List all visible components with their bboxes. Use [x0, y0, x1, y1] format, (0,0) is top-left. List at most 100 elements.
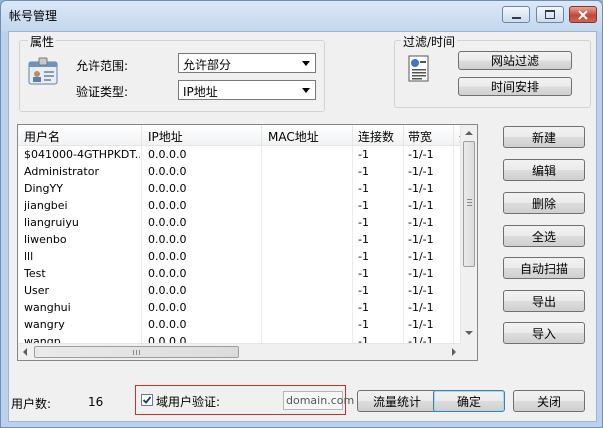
account-management-window: 帐号管理 属性 允许范围: 允许部分 验证类型: IP地址 过滤/时间 网站过滤… — [0, 0, 603, 428]
column-separator — [352, 125, 353, 145]
cell-connections: -1 — [358, 250, 369, 263]
horizontal-scrollbar[interactable] — [18, 343, 461, 360]
domain-auth-checkbox[interactable] — [141, 394, 153, 406]
table-row[interactable]: DingYY 0.0.0.0 -1 -1/-1 1 — [18, 180, 463, 197]
chevron-down-icon — [302, 61, 310, 66]
cell-bandwidth: -1/-1 — [408, 250, 434, 263]
column-header-ip[interactable]: IP地址 — [148, 128, 183, 145]
cell-ip: 0.0.0.0 — [148, 182, 187, 195]
cell-username: DingYY — [24, 182, 63, 195]
auth-type-select-value: IP地址 — [183, 85, 218, 99]
auto-scan-button[interactable]: 自动扫描 — [503, 257, 585, 279]
cell-bandwidth: -1/-1 — [408, 233, 434, 246]
cell-bandwidth: -1/-1 — [408, 148, 434, 161]
title-bar[interactable]: 帐号管理 — [1, 1, 602, 31]
cell-ip: 0.0.0.0 — [148, 267, 187, 280]
close-window-button[interactable] — [569, 6, 597, 23]
domain-auth-panel: 域用户验证: domain.com — [135, 385, 354, 415]
checkmark-icon — [142, 396, 152, 404]
cell-bandwidth: -1/-1 — [408, 284, 434, 297]
column-header-connections[interactable]: 连接数 — [358, 128, 394, 145]
new-button[interactable]: 新建 — [503, 126, 585, 148]
export-button[interactable]: 导出 — [503, 290, 585, 312]
select-all-button[interactable]: 全选 — [503, 225, 585, 247]
grip-line — [467, 202, 472, 203]
table-row[interactable]: Test 0.0.0.0 -1 -1/-1 1 — [18, 265, 463, 282]
user-list[interactable]: 用户名 IP地址 MAC地址 连接数 带宽 开 $041000-4GT — [17, 124, 478, 361]
ok-button[interactable]: 确定 — [433, 390, 505, 412]
grip-line — [467, 199, 472, 200]
delete-button[interactable]: 删除 — [503, 192, 585, 214]
table-row[interactable]: liangruiyu 0.0.0.0 -1 -1/-1 1 — [18, 214, 463, 231]
domain-input[interactable]: domain.com — [283, 391, 354, 410]
cell-bandwidth: -1/-1 — [408, 267, 434, 280]
cell-ip: 0.0.0.0 — [148, 284, 187, 297]
scroll-down-icon[interactable] — [465, 331, 473, 335]
import-button[interactable]: 导入 — [503, 322, 585, 344]
cell-username: wanghui — [24, 301, 71, 314]
minimize-icon — [511, 16, 521, 19]
table-row[interactable]: liwenbo 0.0.0.0 -1 -1/-1 1 — [18, 231, 463, 248]
grip-line — [467, 205, 472, 206]
edit-button[interactable]: 编辑 — [503, 159, 585, 181]
column-header-mac[interactable]: MAC地址 — [268, 128, 319, 145]
cell-username: liangruiyu — [24, 216, 79, 229]
cell-connections: -1 — [358, 284, 369, 297]
cell-ip: 0.0.0.0 — [148, 148, 187, 161]
traffic-stats-button[interactable]: 流量统计 — [357, 390, 437, 412]
column-separator — [403, 125, 404, 145]
maximize-button[interactable] — [536, 6, 564, 23]
cell-username: Test — [24, 267, 46, 280]
table-row[interactable]: User 0.0.0.0 -1 -1/-1 1 — [18, 282, 463, 299]
table-row[interactable]: $041000-4GTHPKDT... 0.0.0.0 -1 -1/-1 1 — [18, 146, 463, 163]
chevron-down-icon — [302, 88, 310, 93]
column-header-username[interactable]: 用户名 — [24, 128, 60, 145]
schedule-button[interactable]: 时间安排 — [458, 77, 572, 96]
table-row[interactable]: jiangbei 0.0.0.0 -1 -1/-1 1 — [18, 197, 463, 214]
column-separator — [261, 125, 262, 145]
cell-connections: -1 — [358, 318, 369, 331]
vertical-scrollbar[interactable] — [460, 125, 477, 344]
cell-username: wangry — [24, 318, 65, 331]
user-list-body: $041000-4GTHPKDT... 0.0.0.0 -1 -1/-1 1 A… — [18, 146, 463, 344]
cell-username: User — [24, 284, 50, 297]
attributes-group: 属性 允许范围: 允许部分 验证类型: IP地址 — [19, 33, 325, 112]
filter-time-group: 过滤/时间 网站过滤 时间安排 — [394, 33, 591, 108]
cell-connections: -1 — [358, 199, 369, 212]
cell-bandwidth: -1/-1 — [408, 318, 434, 331]
user-list-header: 用户名 IP地址 MAC地址 连接数 带宽 开 — [18, 125, 471, 146]
minimize-button[interactable] — [502, 6, 530, 23]
cell-ip: 0.0.0.0 — [148, 318, 187, 331]
cell-username: Administrator — [24, 165, 99, 178]
table-row[interactable]: wanghui 0.0.0.0 -1 -1/-1 1 — [18, 299, 463, 316]
horizontal-scroll-thumb[interactable] — [34, 346, 239, 358]
scroll-up-icon[interactable] — [465, 131, 473, 135]
cell-ip: 0.0.0.0 — [148, 301, 187, 314]
vertical-scroll-thumb[interactable] — [463, 141, 475, 267]
window-title: 帐号管理 — [9, 9, 58, 23]
table-row[interactable]: lll 0.0.0.0 -1 -1/-1 1 — [18, 248, 463, 265]
cell-connections: -1 — [358, 301, 369, 314]
close-button[interactable]: 关闭 — [513, 390, 585, 412]
scroll-right-icon[interactable] — [452, 348, 456, 356]
cell-ip: 0.0.0.0 — [148, 233, 187, 246]
scope-select[interactable]: 允许部分 — [178, 53, 316, 73]
cell-connections: -1 — [358, 233, 369, 246]
cell-username: lll — [24, 250, 34, 263]
auth-type-select[interactable]: IP地址 — [178, 80, 316, 100]
column-separator — [141, 125, 142, 145]
auth-type-label: 验证类型: — [76, 85, 129, 99]
cell-username: $041000-4GTHPKDT... — [24, 148, 140, 161]
cell-ip: 0.0.0.0 — [148, 199, 187, 212]
scroll-left-icon[interactable] — [23, 348, 27, 356]
column-header-bandwidth[interactable]: 带宽 — [408, 128, 432, 145]
table-row[interactable]: wangry 0.0.0.0 -1 -1/-1 1 — [18, 316, 463, 333]
website-filter-button[interactable]: 网站过滤 — [458, 51, 572, 70]
scrollbar-corner — [461, 344, 477, 360]
filter-time-legend: 过滤/时间 — [401, 33, 458, 50]
table-row[interactable]: Administrator 0.0.0.0 -1 -1/-1 1 — [18, 163, 463, 180]
cell-ip: 0.0.0.0 — [148, 216, 187, 229]
web-page-icon — [408, 55, 429, 82]
grip-line — [139, 350, 140, 355]
cell-bandwidth: -1/-1 — [408, 165, 434, 178]
